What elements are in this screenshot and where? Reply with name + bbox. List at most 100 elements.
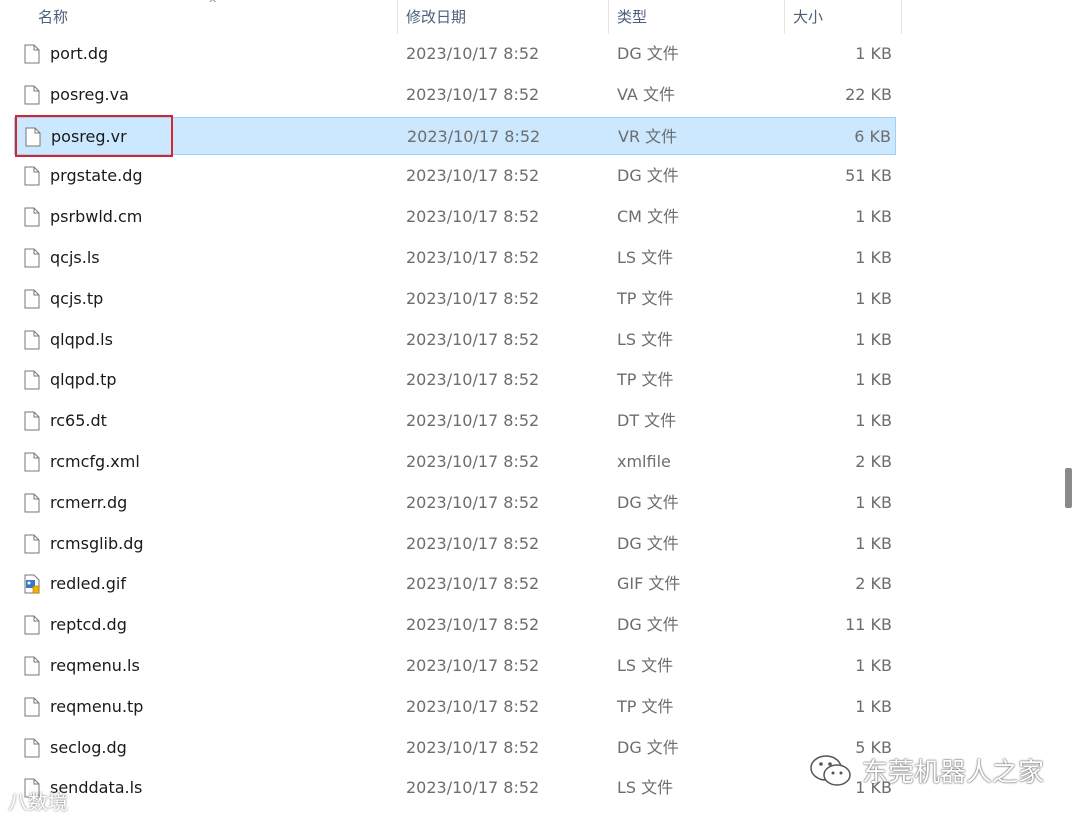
column-divider[interactable]: [784, 0, 785, 34]
column-header-type[interactable]: 类型: [617, 0, 782, 34]
file-icon: [24, 370, 40, 390]
file-name: qcjs.ls: [50, 248, 100, 267]
file-size: 6 KB: [854, 127, 891, 146]
file-row[interactable]: prgstate.dg 2023/10/17 8:52 DG 文件 51 KB: [14, 157, 896, 195]
file-row[interactable]: rcmerr.dg 2023/10/17 8:52 DG 文件 1 KB: [14, 484, 896, 522]
file-type: DG 文件: [617, 493, 679, 512]
file-row[interactable]: psrbwld.cm 2023/10/17 8:52 CM 文件 1 KB: [14, 198, 896, 236]
file-row[interactable]: rc65.dt 2023/10/17 8:52 DT 文件 1 KB: [14, 402, 896, 440]
file-size: 2 KB: [855, 574, 892, 593]
file-type: DG 文件: [617, 44, 679, 63]
file-icon: [24, 411, 40, 431]
file-row[interactable]: qcjs.tp 2023/10/17 8:52 TP 文件 1 KB: [14, 280, 896, 318]
wechat-logo-icon: [810, 755, 851, 786]
file-icon: [24, 330, 40, 350]
file-type: TP 文件: [617, 289, 674, 308]
file-modified-date: 2023/10/17 8:52: [407, 127, 541, 146]
file-type: DG 文件: [617, 166, 679, 185]
file-name: reqmenu.ls: [50, 656, 140, 675]
file-row[interactable]: posreg.va 2023/10/17 8:52 VA 文件 22 KB: [14, 76, 896, 114]
column-header-date-label: 修改日期: [406, 8, 467, 26]
file-modified-date: 2023/10/17 8:52: [406, 370, 540, 389]
file-type: GIF 文件: [617, 574, 681, 593]
file-name: rcmerr.dg: [50, 493, 128, 512]
file-row[interactable]: reqmenu.ls 2023/10/17 8:52 LS 文件 1 KB: [14, 647, 896, 685]
file-name: rcmcfg.xml: [50, 452, 140, 471]
file-row[interactable]: rcmsglib.dg 2023/10/17 8:52 DG 文件 1 KB: [14, 525, 896, 563]
column-header-type-label: 类型: [617, 8, 648, 26]
file-icon: [24, 85, 40, 105]
file-type: DG 文件: [617, 534, 679, 553]
column-header-size[interactable]: 大小: [793, 0, 898, 34]
file-size: 1 KB: [855, 248, 892, 267]
file-size: 11 KB: [845, 615, 892, 634]
file-size: 1 KB: [855, 289, 892, 308]
file-name: qcjs.tp: [50, 289, 104, 308]
file-type: LS 文件: [617, 330, 674, 349]
file-row[interactable]: senddata.ls 2023/10/17 8:52 LS 文件 1 KB: [14, 769, 896, 807]
file-row[interactable]: port.dg 2023/10/17 8:52 DG 文件 1 KB: [14, 35, 896, 73]
file-type: DG 文件: [617, 738, 679, 757]
file-modified-date: 2023/10/17 8:52: [406, 207, 540, 226]
column-divider[interactable]: [901, 0, 902, 34]
file-size: 51 KB: [845, 166, 892, 185]
scrollbar-thumb[interactable]: [1065, 468, 1072, 508]
file-size: 1 KB: [855, 44, 892, 63]
file-name: reqmenu.tp: [50, 697, 144, 716]
file-modified-date: 2023/10/17 8:52: [406, 411, 540, 430]
file-modified-date: 2023/10/17 8:52: [406, 166, 540, 185]
file-size: 1 KB: [855, 493, 892, 512]
file-modified-date: 2023/10/17 8:52: [406, 248, 540, 267]
file-icon: [24, 452, 40, 472]
file-modified-date: 2023/10/17 8:52: [406, 493, 540, 512]
file-icon: [24, 166, 40, 186]
file-type: VR 文件: [618, 127, 678, 146]
file-modified-date: 2023/10/17 8:52: [406, 289, 540, 308]
file-icon: [24, 248, 40, 268]
file-size: 1 KB: [855, 656, 892, 675]
column-header-name[interactable]: 名称: [38, 0, 398, 34]
column-divider[interactable]: [608, 0, 609, 34]
file-row[interactable]: reptcd.dg 2023/10/17 8:52 DG 文件 11 KB: [14, 606, 896, 644]
file-name: posreg.vr: [51, 127, 127, 146]
file-modified-date: 2023/10/17 8:52: [406, 778, 540, 797]
file-modified-date: 2023/10/17 8:52: [406, 85, 540, 104]
file-type: LS 文件: [617, 248, 674, 267]
file-icon: [25, 127, 41, 147]
file-name: port.dg: [50, 44, 109, 63]
file-modified-date: 2023/10/17 8:52: [406, 656, 540, 675]
column-divider[interactable]: [397, 0, 398, 34]
file-type: LS 文件: [617, 778, 674, 797]
file-name: seclog.dg: [50, 738, 127, 757]
file-modified-date: 2023/10/17 8:52: [406, 44, 540, 63]
file-type: LS 文件: [617, 656, 674, 675]
file-row[interactable]: reqmenu.tp 2023/10/17 8:52 TP 文件 1 KB: [14, 688, 896, 726]
file-name: prgstate.dg: [50, 166, 143, 185]
file-row[interactable]: posreg.vr 2023/10/17 8:52 VR 文件 6 KB: [14, 115, 896, 157]
file-size: 22 KB: [845, 85, 892, 104]
file-icon: [24, 44, 40, 64]
file-name: rcmsglib.dg: [50, 534, 144, 553]
file-type: DT 文件: [617, 411, 677, 430]
file-row[interactable]: rcmcfg.xml 2023/10/17 8:52 xmlfile 2 KB: [14, 443, 896, 481]
file-modified-date: 2023/10/17 8:52: [406, 738, 540, 757]
vertical-scrollbar[interactable]: [1058, 0, 1080, 819]
file-row[interactable]: redled.gif 2023/10/17 8:52 GIF 文件 2 KB: [14, 565, 896, 603]
file-name: posreg.va: [50, 85, 129, 104]
file-modified-date: 2023/10/17 8:52: [406, 534, 540, 553]
file-row[interactable]: qcjs.ls 2023/10/17 8:52 LS 文件 1 KB: [14, 239, 896, 277]
file-size: 1 KB: [855, 697, 892, 716]
file-row[interactable]: seclog.dg 2023/10/17 8:52 DG 文件 5 KB: [14, 729, 896, 767]
file-size: 1 KB: [855, 411, 892, 430]
file-icon: [24, 207, 40, 227]
file-row[interactable]: qlqpd.tp 2023/10/17 8:52 TP 文件 1 KB: [14, 361, 896, 399]
column-header-date[interactable]: 修改日期: [406, 0, 606, 34]
file-type: DG 文件: [617, 615, 679, 634]
watermark-text-secondary: 八数境: [8, 790, 68, 814]
file-type: TP 文件: [617, 697, 674, 716]
file-type: VA 文件: [617, 85, 675, 104]
file-type: TP 文件: [617, 370, 674, 389]
file-row[interactable]: qlqpd.ls 2023/10/17 8:52 LS 文件 1 KB: [14, 321, 896, 359]
file-icon: [24, 289, 40, 309]
file-size: 1 KB: [855, 207, 892, 226]
